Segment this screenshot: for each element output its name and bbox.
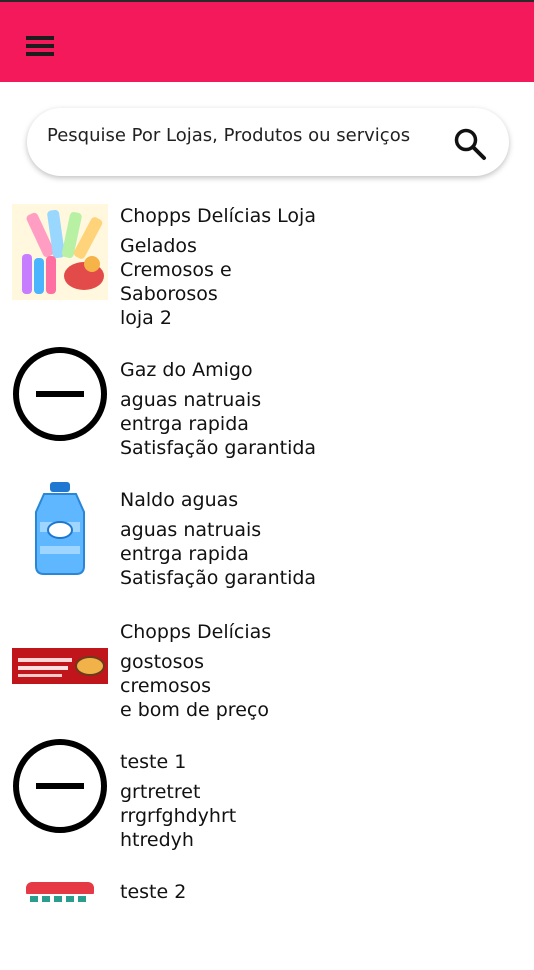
search-icon [454,128,486,160]
search-bar[interactable]: Pesquise Por Lojas, Produtos ou serviços [27,108,509,176]
store-name: Chopps Delícias [120,621,272,643]
store-name: teste 1 [120,751,187,773]
store-desc-line: Satisfação garantida [120,567,317,589]
minus-circle-icon [12,346,108,442]
water-gallon-image [12,482,108,578]
store-desc-line: Gelados [120,235,197,257]
popsicle-image [12,204,108,300]
store-desc-line: Saborosos [120,283,218,305]
store-desc-line: loja 2 [120,307,172,329]
search-input[interactable]: Pesquise Por Lojas, Produtos ou serviços [47,125,410,146]
minus-circle-icon [12,738,108,834]
restaurant-banner-image [12,620,108,716]
store-desc-line: e bom de preço [120,699,269,721]
store-name: Gaz do Amigo [120,359,253,381]
store-desc-line: entrga rapida [120,543,249,565]
store-desc-line: aguas natruais [120,519,262,541]
store-desc-line: grtretret [120,781,201,803]
app-bar [0,0,534,82]
menu-button[interactable] [22,28,62,68]
store-image [12,874,108,970]
store-desc-line: aguas natruais [120,389,262,411]
search-button[interactable] [452,126,488,162]
store-desc-line: Cremosos e [120,259,232,281]
store-desc-line: gostosos [120,651,205,673]
store-desc-line: Satisfação garantida [120,437,317,459]
hamburger-icon [26,36,54,56]
store-desc-line: entrga rapida [120,413,249,435]
store-name: teste 2 [120,881,187,903]
store-name: Chopps Delícias Loja [120,205,316,227]
store-desc-line: rrgrfghdyhrt [120,805,237,827]
store-name: Naldo aguas [120,489,239,511]
store-desc-line: htredyh [120,829,194,851]
store-desc-line: cremosos [120,675,212,697]
